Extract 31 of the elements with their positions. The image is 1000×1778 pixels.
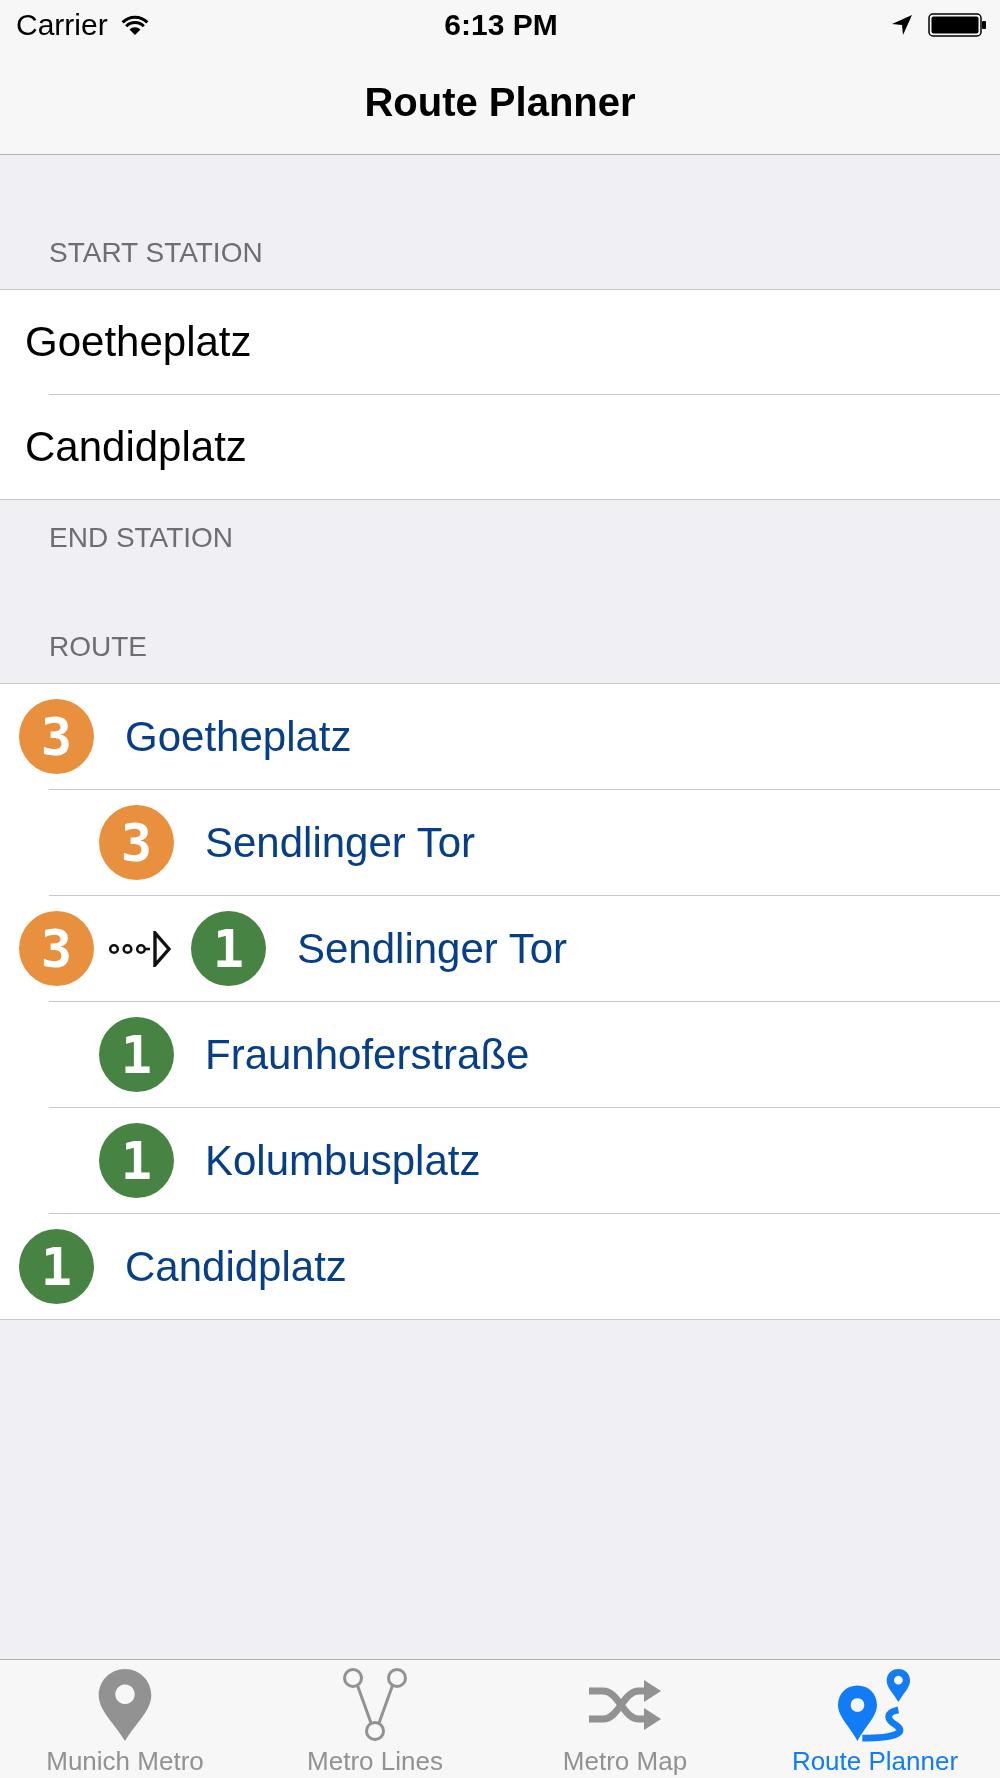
location-arrow-icon: [892, 14, 912, 35]
section-header: START STATION: [49, 236, 263, 270]
line-badge: 3: [19, 911, 94, 986]
dotted-arrow-icon: [109, 930, 171, 967]
tab[interactable]: Metro Lines: [303, 1660, 447, 1778]
line-badge: 3: [99, 805, 174, 880]
station-name: Candidplatz: [125, 1241, 347, 1292]
line-badge: 3: [19, 699, 94, 774]
station-name: Sendlinger Tor: [297, 923, 568, 974]
wifi-icon: [120, 14, 149, 35]
branch-icon: [343, 1668, 407, 1742]
station-name: Sendlinger Tor: [205, 817, 476, 868]
screen-title: Route Planner: [364, 78, 636, 125]
section-header: END STATION: [49, 521, 234, 555]
map-pin-icon: [97, 1668, 153, 1742]
station-name: Goetheplatz: [125, 711, 352, 762]
station-name: Fraunhoferstraße: [205, 1029, 530, 1080]
section-header: ROUTE: [49, 630, 147, 664]
tab[interactable]: Munich Metro: [42, 1660, 208, 1778]
tab[interactable]: Metro Map: [558, 1660, 692, 1778]
tab[interactable]: Route Planner: [787, 1660, 963, 1778]
line-badge: 1: [19, 1229, 94, 1304]
battery-icon: [928, 12, 986, 37]
line-badge: 1: [99, 1017, 174, 1092]
station-option[interactable]: Goetheplatz: [0, 290, 1000, 394]
status-time: 6:13 PM: [444, 7, 558, 42]
line-badge: 1: [191, 911, 266, 986]
station-option[interactable]: Candidplatz: [0, 395, 1000, 499]
station-name: Kolumbusplatz: [205, 1135, 481, 1186]
carrier-name: Carrier: [16, 7, 108, 42]
line-badge: 1: [99, 1123, 174, 1198]
